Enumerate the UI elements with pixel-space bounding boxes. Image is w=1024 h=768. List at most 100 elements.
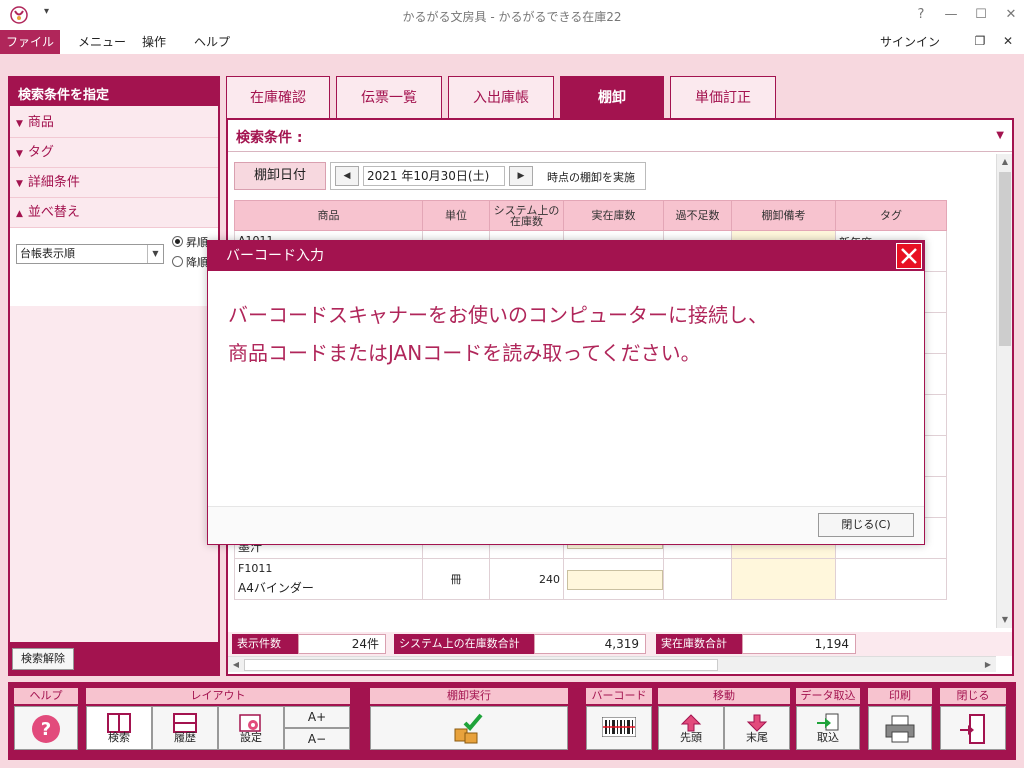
close-document-icon[interactable]: ✕ bbox=[998, 34, 1018, 50]
date-input[interactable]: 2021 年10月30日(土) bbox=[363, 166, 505, 186]
group-label-layout: レイアウト bbox=[86, 688, 350, 704]
close-window-button[interactable]: ✕ bbox=[996, 4, 1024, 26]
actual-total-label: 実在庫数合計 bbox=[656, 634, 742, 654]
column-header-tag[interactable]: タグ bbox=[835, 200, 947, 231]
search-condition-bar[interactable]: 検索条件 : ▼ bbox=[228, 120, 1012, 152]
search-condition-label: 検索条件 : bbox=[236, 130, 303, 146]
system-total-value: 4,319 bbox=[534, 634, 646, 654]
menu-help[interactable]: ヘルプ bbox=[182, 30, 242, 54]
sort-options: 台帳表示順 ▼ 昇順 降順 bbox=[10, 228, 218, 306]
panel-title: 検索条件を指定 bbox=[18, 88, 110, 103]
layout-history-button[interactable]: 履歴 bbox=[152, 706, 218, 750]
date-suffix-text: 時点の棚卸を実施 bbox=[547, 171, 635, 184]
column-header-diff[interactable]: 過不足数 bbox=[663, 200, 732, 231]
font-size-up-button[interactable]: A+ bbox=[284, 706, 350, 728]
scroll-up-icon[interactable]: ▲ bbox=[997, 154, 1013, 170]
restore-icon[interactable]: ❐ bbox=[970, 34, 990, 50]
scroll-right-icon[interactable]: ▶ bbox=[980, 657, 996, 673]
table-row[interactable]: F1011 A4バインダー 冊 240 bbox=[234, 558, 947, 600]
column-header-actual-qty[interactable]: 実在庫数 bbox=[563, 200, 664, 231]
move-first-button[interactable]: 先頭 bbox=[658, 706, 724, 750]
sort-order-select[interactable]: 台帳表示順 ▼ bbox=[16, 244, 164, 264]
layout-settings-button[interactable]: 設定 bbox=[218, 706, 284, 750]
tab-inventory[interactable]: 棚卸 bbox=[560, 76, 664, 118]
tab-slip-list[interactable]: 伝票一覧 bbox=[336, 76, 442, 118]
barcode-input-dialog: バーコード入力 バーコードスキャナーをお使いのコンピューターに接続し、 商品コー… bbox=[207, 240, 925, 545]
actual-total-value: 1,194 bbox=[742, 634, 856, 654]
dialog-footer: 閉じる(C) bbox=[208, 506, 924, 544]
dialog-close-button[interactable] bbox=[896, 243, 922, 269]
chevron-down-icon[interactable]: ▼ bbox=[996, 130, 1004, 141]
column-header-product[interactable]: 商品 bbox=[234, 200, 423, 231]
execute-inventory-button[interactable] bbox=[370, 706, 568, 750]
group-label-import: データ取込 bbox=[796, 688, 860, 704]
import-data-button[interactable]: 取込 bbox=[796, 706, 860, 750]
tab-price-correction[interactable]: 単価訂正 bbox=[670, 76, 776, 118]
title-bar: ▾ かるがる文房具 - かるがるできる在庫22 ? — ☐ ✕ bbox=[0, 0, 1024, 30]
radio-ascending[interactable]: 昇順 bbox=[172, 234, 208, 250]
date-picker: ◀ 2021 年10月30日(土) ▶ 時点の棚卸を実施 bbox=[330, 162, 646, 190]
section-sort[interactable]: ▲ 並べ替え bbox=[10, 198, 218, 228]
boxes-check-icon bbox=[454, 713, 483, 744]
help-icon[interactable]: ? bbox=[906, 4, 936, 26]
scrollbar-thumb[interactable] bbox=[244, 659, 718, 671]
layout-search-button[interactable]: 検索 bbox=[86, 706, 152, 750]
barcode-button[interactable] bbox=[586, 706, 652, 750]
column-header-unit[interactable]: 単位 bbox=[422, 200, 490, 231]
tag-cell bbox=[835, 558, 947, 600]
tab-in-out-ledger[interactable]: 入出庫帳 bbox=[448, 76, 554, 118]
menu-menu[interactable]: メニュー bbox=[66, 30, 138, 54]
next-date-button[interactable]: ▶ bbox=[509, 166, 533, 186]
scroll-down-icon[interactable]: ▼ bbox=[997, 612, 1013, 628]
search-condition-panel: 検索条件を指定 ▼ 商品 ▼ タグ ▼ 詳細条件 ▲ 並べ替え 台帳表示順 ▼ 昇順 降… bbox=[8, 76, 220, 676]
group-label-barcode: バーコード bbox=[586, 688, 652, 704]
signin-link[interactable]: サインイン bbox=[880, 33, 940, 50]
bottom-toolbar: ヘルプ ? レイアウト 検索 履歴 設定 A+ A− 棚卸実行 バーコード 移動… bbox=[8, 682, 1016, 760]
print-button[interactable] bbox=[868, 706, 932, 750]
unit-cell: 冊 bbox=[422, 558, 490, 600]
scroll-left-icon[interactable]: ◀ bbox=[228, 657, 244, 673]
dialog-close-text-button[interactable]: 閉じる(C) bbox=[818, 513, 914, 537]
close-app-button[interactable] bbox=[940, 706, 1006, 750]
chevron-down-icon: ▼ bbox=[147, 245, 163, 263]
close-icon bbox=[901, 248, 917, 264]
minimize-button[interactable]: — bbox=[936, 4, 966, 26]
product-code: F1011 bbox=[238, 562, 273, 575]
tab-stock-check[interactable]: 在庫確認 bbox=[226, 76, 330, 118]
collapse-triangle-icon: ▼ bbox=[16, 119, 23, 129]
section-tag[interactable]: ▼ タグ bbox=[10, 138, 218, 168]
window-title: かるがる文房具 - かるがるできる在庫22 bbox=[402, 10, 622, 24]
font-size-down-button[interactable]: A− bbox=[284, 728, 350, 750]
clear-search-button[interactable]: 検索解除 bbox=[12, 648, 74, 670]
menu-file[interactable]: ファイル bbox=[0, 30, 60, 54]
radio-descending[interactable]: 降順 bbox=[172, 254, 208, 270]
note-cell[interactable] bbox=[731, 558, 836, 600]
group-label-help: ヘルプ bbox=[14, 688, 78, 704]
vertical-scrollbar[interactable]: ▲ ▼ bbox=[996, 154, 1012, 628]
group-label-move: 移動 bbox=[658, 688, 790, 704]
menu-operation[interactable]: 操作 bbox=[130, 30, 178, 54]
dialog-message-line2: 商品コードまたはJANコードを読み取ってください。 bbox=[228, 341, 701, 365]
section-product[interactable]: ▼ 商品 bbox=[10, 108, 218, 138]
summary-row: 表示件数 24件 システム上の在庫数合計 4,319 実在庫数合計 1,194 bbox=[228, 632, 1012, 656]
help-button[interactable]: ? bbox=[14, 706, 78, 750]
section-detail[interactable]: ▼ 詳細条件 bbox=[10, 168, 218, 198]
system-qty-cell: 240 bbox=[489, 558, 564, 600]
product-cell: F1011 A4バインダー bbox=[234, 558, 423, 600]
scrollbar-thumb[interactable] bbox=[999, 172, 1011, 346]
system-total-label: システム上の在庫数合計 bbox=[394, 634, 534, 654]
svg-text:?: ? bbox=[41, 719, 51, 740]
prev-date-button[interactable]: ◀ bbox=[335, 166, 359, 186]
column-header-note[interactable]: 棚卸備考 bbox=[731, 200, 836, 231]
exit-door-icon bbox=[960, 714, 985, 744]
move-last-button[interactable]: 末尾 bbox=[724, 706, 790, 750]
column-header-system-qty[interactable]: システム上の在庫数 bbox=[489, 200, 564, 231]
actual-qty-input[interactable] bbox=[567, 570, 663, 590]
count-label: 表示件数 bbox=[232, 634, 298, 654]
printer-icon bbox=[885, 715, 915, 743]
maximize-button[interactable]: ☐ bbox=[966, 4, 996, 26]
barcode-icon bbox=[602, 717, 636, 737]
dialog-title: バーコード入力 bbox=[208, 241, 924, 271]
horizontal-scrollbar[interactable]: ◀ ▶ bbox=[228, 656, 996, 672]
diff-cell bbox=[663, 558, 732, 600]
